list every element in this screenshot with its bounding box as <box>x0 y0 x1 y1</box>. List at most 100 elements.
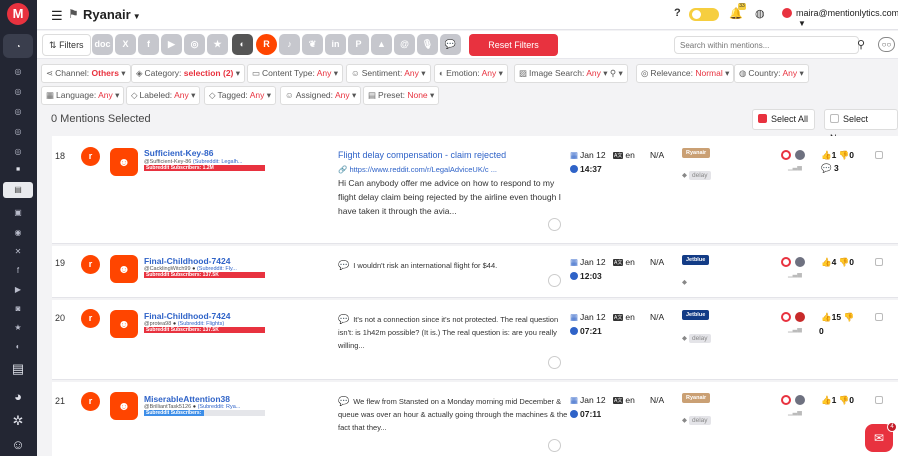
filter-country[interactable]: ◍ Country: Any ▾ <box>734 64 809 83</box>
channel-reviews-icon[interactable]: ★ <box>207 34 228 55</box>
avatar[interactable]: ☻ <box>110 255 138 283</box>
emotion-icon[interactable] <box>795 312 805 322</box>
likes-count: 1 <box>831 150 837 160</box>
author-name[interactable]: MiserableAttention38 <box>144 394 230 404</box>
select-all-button[interactable]: Select All <box>752 109 816 130</box>
filter-row-1: ⋖ Channel: Others ▾ ◈ Category: selection … <box>37 62 898 85</box>
sentiment-icon[interactable] <box>781 395 791 405</box>
filter-category[interactable]: ◈ Category: selection (2) ▾ <box>131 64 246 83</box>
reset-filters-button[interactable]: Reset Filters <box>469 34 558 56</box>
filter-image-search[interactable]: ▨ Image Search: Any ▾ ⚲ ▾ <box>514 64 628 83</box>
mention-row[interactable]: 18 r ☻ Sufficient-Key-86 @Sufficient-Key… <box>52 136 898 244</box>
theme-toggle[interactable] <box>689 8 719 21</box>
channel-bluesky-icon[interactable]: ❦ <box>302 34 323 55</box>
menu-icon[interactable]: ☰ <box>51 8 63 24</box>
instagram-icon[interactable]: ◙ <box>13 304 23 314</box>
filter-assigned[interactable]: ☺ Assigned: Any ▾ <box>280 86 362 105</box>
sentiment-icon[interactable] <box>781 150 791 160</box>
sidebar-item-2[interactable]: ◎ <box>13 87 23 97</box>
people-icon[interactable]: ☺ <box>9 436 27 454</box>
channel-instagram-icon[interactable]: ◎ <box>184 34 205 55</box>
avatar[interactable]: ☻ <box>110 392 138 420</box>
user-avatar-icon[interactable] <box>782 8 792 18</box>
filter-content-type[interactable]: ▭ Content Type: Any ▾ <box>247 64 344 83</box>
mention-row[interactable]: 19 r ☻ Final-Childhood-7424 @CacklingWit… <box>52 246 898 298</box>
mention-row[interactable]: 21 r ☻ MiserableAttention38 @BrilliantTa… <box>52 382 898 456</box>
mention-row[interactable]: 20 r ☻ Final-Childhood-7424 @protea98 ● … <box>52 300 898 380</box>
channel-linkedin-icon[interactable]: in <box>325 34 346 55</box>
row-checkbox[interactable] <box>875 151 883 159</box>
help-icon[interactable]: ? <box>674 7 681 19</box>
status-circle[interactable] <box>548 439 561 452</box>
author-name[interactable]: Final-Childhood-7424 <box>144 256 230 266</box>
filter-tagged[interactable]: ◇ Tagged: Any ▾ <box>204 86 276 105</box>
channel-podcast-icon[interactable]: 🎙 <box>417 34 438 55</box>
avatar[interactable]: ☻ <box>110 148 138 176</box>
sentiment-icon[interactable] <box>781 257 791 267</box>
channel-pinterest-icon[interactable]: P <box>348 34 369 55</box>
filter-emotion[interactable]: ◐ Emotion: Any ▾ <box>434 64 508 83</box>
youtube-icon[interactable]: ▶ <box>13 285 23 295</box>
rss-icon[interactable]: ◉ <box>13 228 23 238</box>
channel-youtube-icon[interactable]: ▶ <box>161 34 182 55</box>
channel-reddit-icon[interactable]: R <box>256 34 277 55</box>
filter-preset[interactable]: ▤ Preset: None ▾ <box>363 86 440 105</box>
mail-icon[interactable]: ▣ <box>13 208 23 218</box>
emotion-icon[interactable] <box>795 150 805 160</box>
channel-web-icon[interactable]: doc <box>92 34 113 55</box>
avatar[interactable]: ☻ <box>110 310 138 338</box>
mention-country: N/A <box>650 395 665 405</box>
filter-relevance[interactable]: ◎ Relevance: Normal ▾ <box>636 64 735 83</box>
emotion-icon[interactable] <box>795 257 805 267</box>
sidebar-item-1[interactable]: ◎ <box>13 67 23 77</box>
project-selector[interactable]: Ryanair ▼ <box>83 7 141 22</box>
filter-sentiment[interactable]: ☺ Sentiment: Any ▾ <box>346 64 431 83</box>
channel-telegram-icon[interactable]: ▲ <box>371 34 392 55</box>
filters-button[interactable]: ⇅ Filters <box>42 34 91 56</box>
star-icon[interactable]: ★ <box>13 323 23 333</box>
emotion-icon[interactable] <box>795 395 805 405</box>
sidebar-item-3[interactable]: ◎ <box>13 107 23 117</box>
status-circle[interactable] <box>548 218 561 231</box>
project-tag: Ryanair <box>682 148 711 158</box>
reddit-icon: r <box>81 392 100 411</box>
filter-channel[interactable]: ⋖ Channel: Others ▾ <box>41 64 131 83</box>
filter-labeled[interactable]: ◇ Labeled: Any ▾ <box>126 86 201 105</box>
x-icon[interactable]: ✕ <box>13 247 23 257</box>
row-checkbox[interactable] <box>875 396 883 404</box>
document-icon[interactable]: ▤ <box>9 360 27 378</box>
status-circle[interactable] <box>548 356 561 369</box>
row-checkbox[interactable] <box>875 313 883 321</box>
author-name[interactable]: Sufficient-Key-86 <box>144 148 213 158</box>
chat-icon[interactable]: ▪ <box>9 160 27 178</box>
clock-icon <box>570 272 578 280</box>
advanced-search-icon[interactable]: ○○ <box>878 37 895 52</box>
channel-tiktok-icon[interactable]: ♪ <box>279 34 300 55</box>
sentiment-icon[interactable] <box>781 312 791 322</box>
pie-chart-icon[interactable]: ◕ <box>9 388 27 406</box>
channel-forum-icon[interactable]: 💬 <box>440 34 461 55</box>
mention-link[interactable]: 🔗 https://www.reddit.com/r/LegalAdviceUK… <box>338 165 497 174</box>
facebook-icon[interactable]: f <box>13 266 23 276</box>
contrast-icon[interactable]: ◐ <box>13 342 23 352</box>
settings-icon[interactable]: ✲ <box>9 412 27 430</box>
author-name[interactable]: Final-Childhood-7424 <box>144 311 230 321</box>
channel-facebook-icon[interactable]: f <box>138 34 159 55</box>
chevron-down-icon: ▼ <box>798 19 806 28</box>
mentionlytics-logo[interactable]: M <box>7 3 29 25</box>
row-checkbox[interactable] <box>875 258 883 266</box>
mention-search-input[interactable] <box>674 36 859 54</box>
search-icon[interactable]: ⚲ <box>857 38 865 51</box>
channel-x-icon[interactable]: X <box>115 34 136 55</box>
select-none-button[interactable]: Select None <box>824 109 898 143</box>
mention-body: It's not a connection since it's not pro… <box>338 315 559 350</box>
mention-title[interactable]: Flight delay compensation - claim reject… <box>338 150 506 160</box>
sidebar-item-4[interactable]: ◎ <box>13 127 23 137</box>
filter-language[interactable]: ▦ Language: Any ▾ <box>41 86 125 105</box>
sidebar-item-5[interactable]: ◎ <box>13 147 23 157</box>
channel-threads-icon[interactable]: @ <box>394 34 415 55</box>
status-circle[interactable] <box>548 274 561 287</box>
user-menu[interactable]: maira@mentionlytics.com ▼ <box>796 8 898 28</box>
globe-icon[interactable]: ◍ <box>755 7 765 20</box>
channel-others-icon[interactable]: ◐ <box>232 34 253 55</box>
